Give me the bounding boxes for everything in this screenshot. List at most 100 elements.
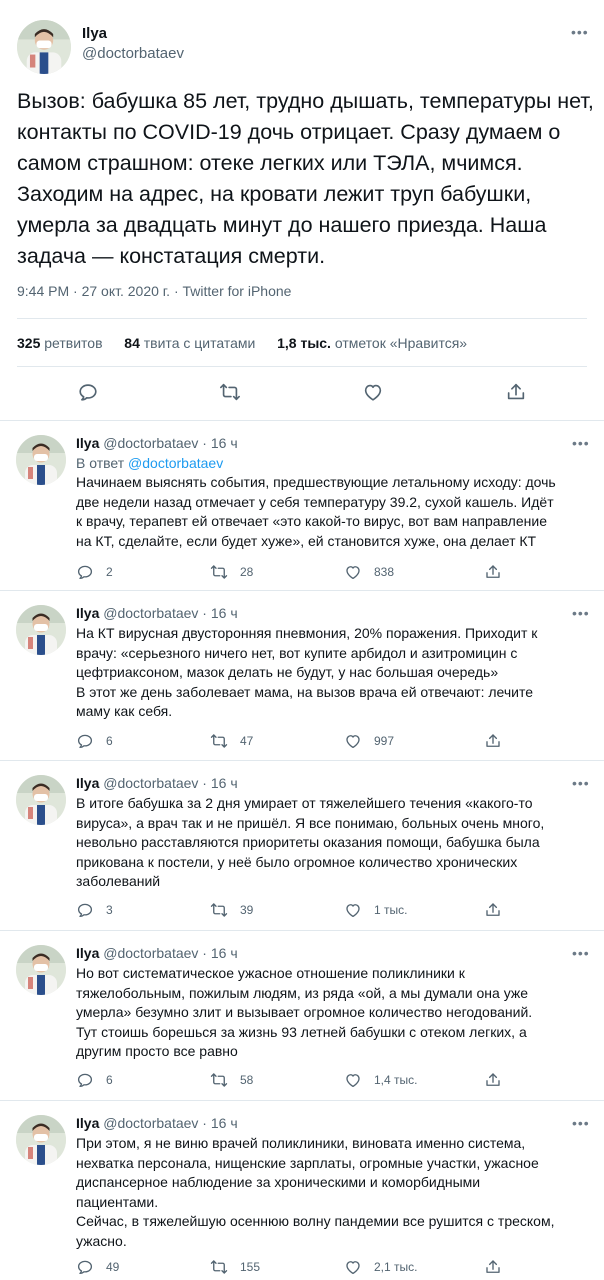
tweet-actions: 2 28 838	[76, 561, 596, 583]
author-name[interactable]: Ilya	[82, 25, 107, 42]
reply-button[interactable]: 6	[76, 730, 113, 752]
divider	[17, 366, 587, 367]
avatar[interactable]	[16, 605, 66, 655]
in-reply-handle-link[interactable]: @doctorbataev	[128, 455, 223, 471]
quotes-label[interactable]: твита с цитатами	[144, 335, 256, 351]
like-button[interactable]: 997	[344, 730, 394, 752]
reply-header: Ilya @doctorbataev · 16 ч	[76, 945, 238, 961]
like-icon	[344, 563, 362, 581]
tweet-time[interactable]: 16 ч	[211, 605, 238, 621]
author-handle[interactable]: @doctorbataev	[103, 945, 198, 961]
reply-button[interactable]: 6	[76, 1069, 113, 1091]
more-icon[interactable]: •••	[571, 24, 589, 40]
reply-icon[interactable]	[77, 381, 99, 403]
reply-button[interactable]: 2	[76, 561, 113, 583]
retweet-icon	[210, 563, 228, 581]
in-reply-to: В ответ @doctorbataev	[76, 455, 223, 471]
author-handle[interactable]: @doctorbataev	[103, 1115, 198, 1131]
retweet-count: 39	[240, 903, 254, 917]
reply-tweet[interactable]: Ilya @doctorbataev · 16 ч ••• На КТ виру…	[0, 590, 604, 760]
tweet-time[interactable]: 16 ч	[211, 775, 238, 791]
more-icon[interactable]: •••	[572, 945, 590, 961]
like-icon[interactable]	[362, 381, 384, 403]
author-name[interactable]: Ilya	[76, 435, 99, 451]
retweet-button[interactable]: 155	[210, 1256, 260, 1278]
avatar[interactable]	[16, 945, 66, 995]
reply-tweet[interactable]: Ilya @doctorbataev · 16 ч ••• В итоге ба…	[0, 760, 604, 930]
retweet-button[interactable]: 58	[210, 1069, 253, 1091]
author-name[interactable]: Ilya	[76, 945, 99, 961]
like-button[interactable]: 838	[344, 561, 394, 583]
reply-icon	[76, 901, 94, 919]
reply-tweet[interactable]: Ilya @doctorbataev · 16 ч ••• В ответ @d…	[0, 420, 604, 590]
tweet-time[interactable]: 16 ч	[211, 435, 238, 451]
more-icon[interactable]: •••	[572, 1115, 590, 1131]
retweet-button[interactable]: 47	[210, 730, 253, 752]
reply-count: 3	[106, 903, 113, 917]
retweets-label[interactable]: ретвитов	[44, 335, 102, 351]
tweet-text: В итоге бабушка за 2 дня умирает от тяже…	[76, 795, 545, 889]
share-icon	[484, 563, 502, 581]
main-tweet: Ilya @doctorbataev ••• Вызов: бабушка 85…	[0, 0, 604, 420]
like-button[interactable]: 1,4 тыс.	[344, 1069, 417, 1091]
share-button[interactable]	[484, 899, 502, 921]
tweet-text: Начинаем выяснять события, предшествующи…	[76, 474, 556, 549]
retweet-icon[interactable]	[219, 381, 241, 403]
tweet-time[interactable]: 16 ч	[211, 945, 238, 961]
tweet-actions: 6 58 1,4 тыс.	[76, 1069, 596, 1091]
share-button[interactable]	[484, 1256, 502, 1278]
avatar[interactable]	[16, 1115, 66, 1165]
tweet-time[interactable]: 16 ч	[211, 1115, 238, 1131]
in-reply-label: В ответ	[76, 455, 125, 471]
author-name[interactable]: Ilya	[76, 605, 99, 621]
tweet-text: При этом, я не виню врачей поликлиники, …	[76, 1135, 555, 1249]
retweet-count: 47	[240, 734, 254, 748]
like-button[interactable]: 2,1 тыс.	[344, 1256, 417, 1278]
reply-tweet[interactable]: Ilya @doctorbataev · 16 ч ••• Но вот сис…	[0, 930, 604, 1100]
retweet-button[interactable]: 39	[210, 899, 253, 921]
reply-tweet[interactable]: Ilya @doctorbataev · 16 ч ••• При этом, …	[0, 1100, 604, 1280]
more-icon[interactable]: •••	[572, 435, 590, 451]
retweet-button[interactable]: 28	[210, 561, 253, 583]
separator-dot: ·	[202, 1115, 207, 1131]
retweet-count: 28	[240, 565, 254, 579]
reply-button[interactable]: 49	[76, 1256, 119, 1278]
tweet-timestamp[interactable]: 9:44 PM · 27 окт. 2020 г. · Twitter for …	[17, 283, 291, 299]
reply-button[interactable]: 3	[76, 899, 113, 921]
share-icon	[484, 1258, 502, 1276]
likes-count[interactable]: 1,8 тыс.	[277, 335, 331, 351]
reply-header: Ilya @doctorbataev · 16 ч	[76, 1115, 238, 1131]
author-handle[interactable]: @doctorbataev	[103, 435, 198, 451]
like-button[interactable]: 1 тыс.	[344, 899, 407, 921]
share-button[interactable]	[484, 1069, 502, 1091]
author-handle[interactable]: @doctorbataev	[103, 605, 198, 621]
likes-label[interactable]: отметок «Нравится»	[335, 335, 467, 351]
reply-count: 6	[106, 1073, 113, 1087]
reply-header: Ilya @doctorbataev · 16 ч	[76, 775, 238, 791]
reply-header: Ilya @doctorbataev · 16 ч	[76, 605, 238, 621]
avatar[interactable]	[16, 775, 66, 825]
share-button[interactable]	[484, 561, 502, 583]
reply-icon	[76, 732, 94, 750]
author-handle[interactable]: @doctorbataev	[82, 45, 184, 62]
avatar[interactable]	[16, 435, 66, 485]
tweet-actions: 6 47 997	[76, 730, 596, 752]
author-handle[interactable]: @doctorbataev	[103, 775, 198, 791]
reply-header: Ilya @doctorbataev · 16 ч	[76, 435, 238, 451]
author-name[interactable]: Ilya	[76, 775, 99, 791]
like-icon	[344, 901, 362, 919]
share-icon[interactable]	[505, 381, 527, 403]
reply-icon	[76, 563, 94, 581]
reply-count: 2	[106, 565, 113, 579]
tweet-actions	[0, 376, 604, 410]
tweet-actions: 3 39 1 тыс.	[76, 899, 596, 921]
retweets-count[interactable]: 325	[17, 335, 40, 351]
quotes-count[interactable]: 84	[124, 335, 140, 351]
more-icon[interactable]: •••	[572, 775, 590, 791]
share-button[interactable]	[484, 730, 502, 752]
more-icon[interactable]: •••	[572, 605, 590, 621]
reply-icon	[76, 1258, 94, 1276]
author-name[interactable]: Ilya	[76, 1115, 99, 1131]
avatar[interactable]	[17, 20, 71, 74]
like-count: 2,1 тыс.	[374, 1260, 418, 1274]
